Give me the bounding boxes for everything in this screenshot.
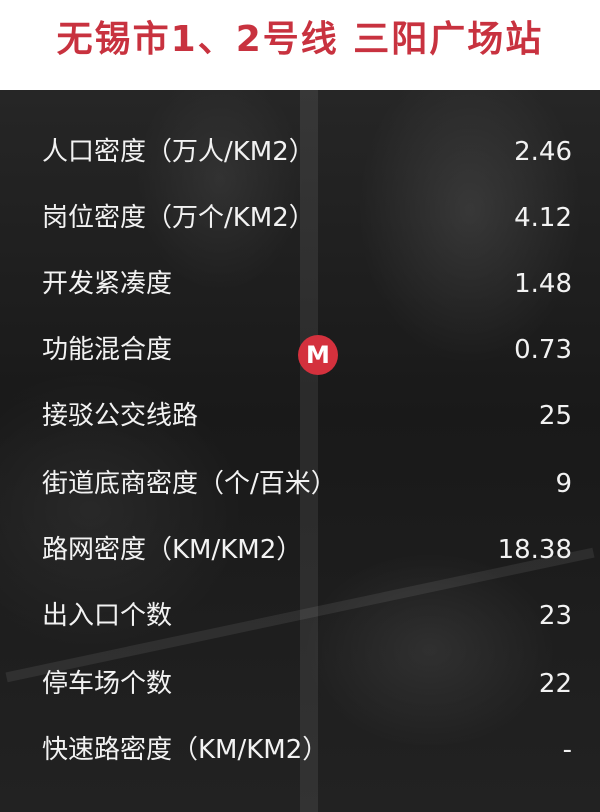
stat-value: 4.12	[514, 203, 572, 233]
stat-value: 1.48	[514, 269, 572, 299]
stat-value: 18.38	[497, 535, 572, 565]
page-title: 无锡市1、2号线 三阳广场站	[56, 19, 544, 60]
stat-label: 出入口个数	[42, 601, 173, 631]
stat-label: 人口密度（万人/KM2）	[42, 137, 315, 167]
stat-row: 快速路密度（KM/KM2） -	[42, 730, 572, 770]
stat-label: 快速路密度（KM/KM2）	[42, 735, 329, 765]
stat-row: 开发紧凑度 1.48	[42, 264, 572, 304]
stat-value: 23	[538, 601, 572, 631]
stat-value: 22	[538, 669, 572, 699]
stat-label: 功能混合度	[42, 335, 173, 365]
stat-row: 街道底商密度（个/百米） 9	[42, 464, 572, 504]
stats-panel: M 人口密度（万人/KM2） 2.46 岗位密度（万个/KM2） 4.12 开发…	[0, 90, 600, 812]
stat-value: -	[562, 735, 572, 765]
stat-row: 路网密度（KM/KM2） 18.38	[42, 530, 572, 570]
stat-label: 路网密度（KM/KM2）	[42, 535, 303, 565]
stat-label: 停车场个数	[42, 669, 173, 699]
stat-value: 9	[555, 469, 572, 499]
stat-row: 接驳公交线路 25	[42, 396, 572, 436]
stat-value: 2.46	[514, 137, 572, 167]
header: 无锡市1、2号线 三阳广场站	[0, 0, 600, 86]
stat-label: 岗位密度（万个/KM2）	[42, 203, 315, 233]
stat-label: 开发紧凑度	[42, 269, 173, 299]
stat-row: 岗位密度（万个/KM2） 4.12	[42, 198, 572, 238]
stat-row: 停车场个数 22	[42, 664, 572, 704]
stat-row: 功能混合度 0.73	[42, 330, 572, 370]
stat-value: 25	[538, 401, 572, 431]
stat-row: 出入口个数 23	[42, 596, 572, 636]
stat-label: 街道底商密度（个/百米）	[42, 469, 337, 499]
stat-value: 0.73	[514, 335, 572, 365]
stat-row: 人口密度（万人/KM2） 2.46	[42, 132, 572, 172]
stat-label: 接驳公交线路	[42, 401, 199, 431]
